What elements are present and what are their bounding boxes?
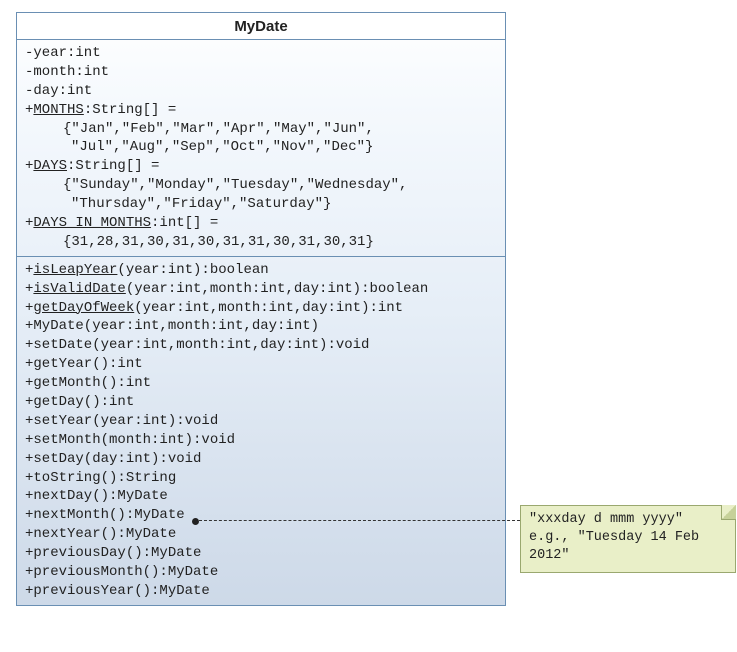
method-row: +previousMonth():MyDate: [25, 563, 497, 582]
method-row: +getMonth():int: [25, 374, 497, 393]
method-row: +previousDay():MyDate: [25, 544, 497, 563]
method-row: +nextDay():MyDate: [25, 487, 497, 506]
attribute-row: -day:int: [25, 82, 497, 101]
note-line-1: "xxxday d mmm yyyy": [529, 511, 727, 529]
method-row: +setMonth(month:int):void: [25, 431, 497, 450]
note-connector-line: [199, 520, 520, 521]
method-row: +setDay(day:int):void: [25, 450, 497, 469]
method-row: +isValidDate(year:int,month:int,day:int)…: [25, 280, 497, 299]
method-row: +setYear(year:int):void: [25, 412, 497, 431]
methods-section: +isLeapYear(year:int):boolean+isValidDat…: [17, 256, 505, 605]
attribute-row: +DAYS:String[] =: [25, 157, 497, 176]
method-row: +previousYear():MyDate: [25, 582, 497, 601]
note-fold-icon: [721, 505, 736, 520]
class-name: MyDate: [17, 13, 505, 40]
uml-class-box: MyDate -year:int-month:int-day:int+MONTH…: [16, 12, 506, 606]
attribute-row: +MONTHS:String[] =: [25, 101, 497, 120]
attribute-row: -year:int: [25, 44, 497, 63]
uml-note: "xxxday d mmm yyyy" e.g., "Tuesday 14 Fe…: [520, 505, 736, 573]
connector-anchor-dot: [192, 518, 199, 525]
method-row: +getDay():int: [25, 393, 497, 412]
method-row: +toString():String: [25, 469, 497, 488]
attribute-row: {31,28,31,30,31,30,31,31,30,31,30,31}: [25, 233, 497, 252]
attribute-row: {"Sunday","Monday","Tuesday","Wednesday"…: [25, 176, 497, 195]
method-row: +getDayOfWeek(year:int,month:int,day:int…: [25, 299, 497, 318]
method-row: +nextMonth():MyDate: [25, 506, 497, 525]
attribute-row: "Jul","Aug","Sep","Oct","Nov","Dec"}: [25, 138, 497, 157]
method-row: +setDate(year:int,month:int,day:int):voi…: [25, 336, 497, 355]
method-row: +isLeapYear(year:int):boolean: [25, 261, 497, 280]
method-row: +getYear():int: [25, 355, 497, 374]
attributes-section: -year:int-month:int-day:int+MONTHS:Strin…: [17, 40, 505, 256]
method-row: +MyDate(year:int,month:int,day:int): [25, 317, 497, 336]
attribute-row: "Thursday","Friday","Saturday"}: [25, 195, 497, 214]
attribute-row: -month:int: [25, 63, 497, 82]
method-row: +nextYear():MyDate: [25, 525, 497, 544]
attribute-row: +DAYS_IN_MONTHS:int[] =: [25, 214, 497, 233]
attribute-row: {"Jan","Feb","Mar","Apr","May","Jun",: [25, 120, 497, 139]
note-line-2: e.g., "Tuesday 14 Feb 2012": [529, 529, 727, 565]
